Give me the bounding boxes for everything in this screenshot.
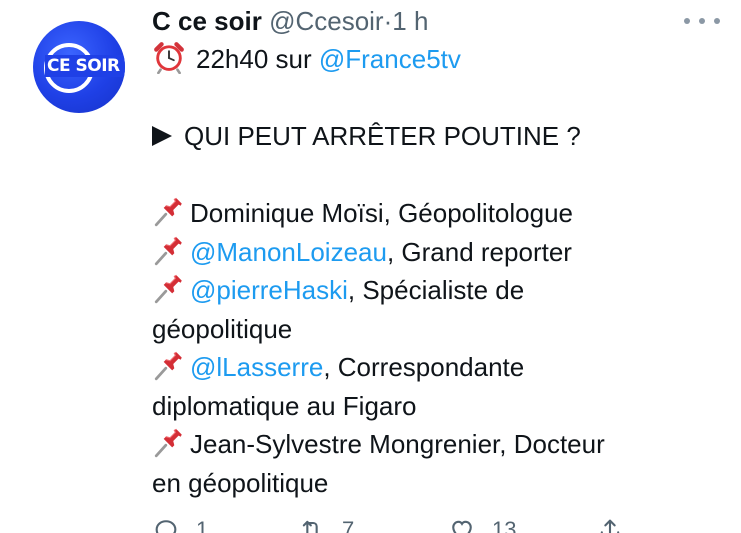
like-button[interactable]: 13 bbox=[448, 516, 516, 533]
line-text: , Spécialiste de bbox=[347, 275, 525, 305]
tweet-text: 22h40 sur @France5tv QUI PEUT ARRÊTER POU… bbox=[152, 40, 722, 502]
tweet-line: 22h40 sur @France5tv bbox=[152, 40, 722, 79]
tweet-line: géopolitique bbox=[152, 310, 722, 349]
more-dots-icon[interactable] bbox=[684, 12, 720, 30]
retweet-icon bbox=[302, 520, 318, 533]
pushpin-icon bbox=[154, 351, 182, 381]
tweet-line: @lLasserre, Correspondante bbox=[152, 348, 722, 387]
tweet-header: C ce soir @Ccesoir·1 h bbox=[152, 4, 428, 38]
mention-link[interactable]: @France5tv bbox=[319, 44, 461, 74]
pushpin-icon bbox=[154, 274, 182, 304]
line-text: en géopolitique bbox=[152, 467, 329, 498]
more-dot bbox=[699, 18, 705, 24]
line-text: géopolitique bbox=[152, 313, 293, 344]
more-dot bbox=[684, 18, 690, 24]
avatar-logo-text: CE SOIR bbox=[45, 55, 125, 77]
tweet-line: en géopolitique bbox=[152, 464, 722, 503]
line-text: QUI PEUT ARRÊTER POUTINE ? bbox=[184, 121, 581, 151]
tweet-line: QUI PEUT ARRÊTER POUTINE ? bbox=[152, 117, 722, 156]
separator-dot: · bbox=[383, 6, 393, 36]
more-dot bbox=[714, 18, 720, 24]
tweet[interactable]: CE SOIR C ce soir @Ccesoir·1 h 22h40 sur… bbox=[0, 0, 741, 533]
pushpin-icon bbox=[154, 236, 182, 265]
reply-count: 1 bbox=[196, 517, 209, 533]
tweet-line: Jean-Sylvestre Mongrenier, Docteur bbox=[152, 425, 722, 464]
alarm-clock-icon bbox=[154, 42, 184, 74]
avatar[interactable]: CE SOIR bbox=[33, 21, 125, 113]
share-icon bbox=[600, 519, 620, 533]
mention-link[interactable]: @ManonLoizeau bbox=[190, 237, 387, 267]
play-arrow-icon bbox=[152, 126, 172, 146]
tweet-line: Dominique Moïsi, Géopolitologue bbox=[152, 194, 722, 233]
pushpin-icon bbox=[154, 197, 182, 227]
like-count: 13 bbox=[492, 517, 517, 533]
display-name[interactable]: C ce soir bbox=[152, 6, 262, 36]
tweet-actions: 1 7 13 bbox=[152, 516, 652, 533]
retweet-button[interactable]: 7 bbox=[298, 516, 354, 533]
line-text: Jean-Sylvestre Mongrenier, Docteur bbox=[190, 429, 605, 459]
timestamp[interactable]: 1 h bbox=[392, 6, 428, 36]
tweet-line: @ManonLoizeau, Grand reporter bbox=[152, 233, 722, 272]
line-text: Dominique Moïsi, Géopolitologue bbox=[190, 198, 573, 228]
tweet-line bbox=[152, 156, 722, 195]
line-text: , Grand reporter bbox=[386, 236, 572, 267]
mention-link[interactable]: @lLasserre bbox=[190, 352, 323, 382]
reply-icon bbox=[155, 520, 177, 533]
heart-icon bbox=[452, 520, 472, 533]
tweet-line: diplomatique au Figaro bbox=[152, 387, 722, 426]
mention-link[interactable]: @pierreHaski bbox=[190, 275, 348, 305]
tweet-line: @pierreHaski, Spécialiste de bbox=[152, 271, 722, 310]
user-handle[interactable]: @Ccesoir bbox=[269, 6, 384, 36]
line-text: , Correspondante bbox=[323, 352, 525, 382]
line-text: 22h40 sur bbox=[196, 44, 319, 74]
retweet-count: 7 bbox=[342, 517, 355, 533]
pushpin-icon bbox=[154, 428, 182, 458]
tweet-line bbox=[152, 79, 722, 118]
share-button[interactable] bbox=[596, 516, 624, 533]
line-text: diplomatique au Figaro bbox=[152, 390, 417, 421]
reply-button[interactable]: 1 bbox=[152, 516, 208, 533]
